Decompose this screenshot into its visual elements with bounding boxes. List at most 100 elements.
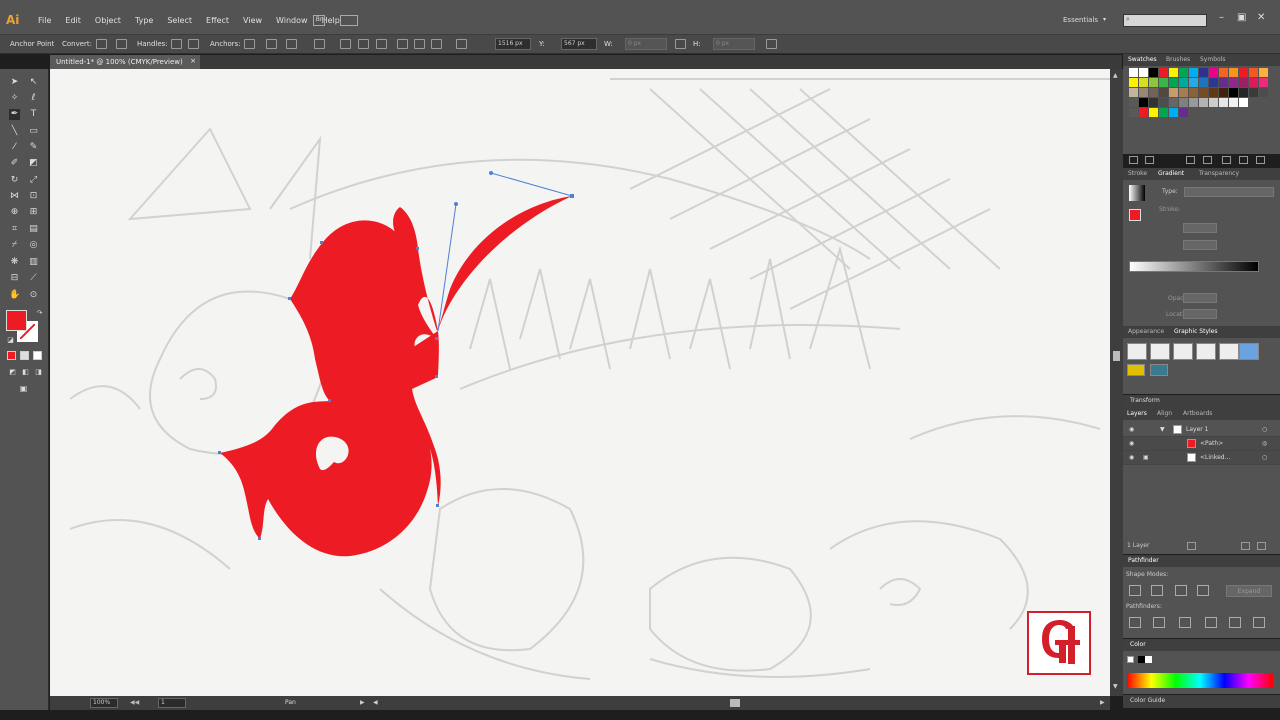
swatch[interactable] <box>1159 78 1168 87</box>
swatch[interactable] <box>1209 98 1218 107</box>
tab-align[interactable]: Align <box>1157 410 1172 417</box>
unite-icon[interactable] <box>1129 585 1141 596</box>
swatch[interactable] <box>1139 98 1148 107</box>
new-color-group-icon[interactable] <box>1203 156 1212 164</box>
tab-gradient[interactable]: Gradient <box>1158 170 1184 177</box>
swatch[interactable] <box>1199 98 1208 107</box>
arrange-documents-icon[interactable] <box>340 15 358 26</box>
location-field[interactable] <box>1183 309 1217 319</box>
swatch[interactable] <box>1209 68 1218 77</box>
expand-button[interactable]: Expand <box>1226 585 1272 597</box>
show-kinds-icon[interactable] <box>1145 156 1154 164</box>
minus-front-icon[interactable] <box>1151 585 1163 596</box>
maximize-button[interactable]: ▣ <box>1237 12 1246 23</box>
minimize-button[interactable]: – <box>1219 12 1224 23</box>
swatch[interactable] <box>1149 88 1158 97</box>
scroll-down-icon[interactable]: ▼ <box>1113 683 1118 690</box>
bridge-button[interactable]: Br <box>313 15 325 26</box>
blob-brush-tool-icon[interactable]: ✐ <box>9 158 20 169</box>
eyedropper-tool-icon[interactable]: ⌿ <box>9 240 20 251</box>
swatch[interactable] <box>1219 78 1228 87</box>
default-fill-stroke-icon[interactable]: ◪ <box>5 335 16 346</box>
symbol-sprayer-tool-icon[interactable]: ❋ <box>9 257 20 268</box>
swatch[interactable] <box>1159 108 1168 117</box>
menu-window[interactable]: Window <box>269 16 315 25</box>
graphic-style-3[interactable] <box>1173 343 1193 360</box>
menu-select[interactable]: Select <box>160 16 199 25</box>
w-field[interactable]: 0 px <box>625 38 667 50</box>
gradient-fill-swatch[interactable] <box>1129 209 1141 221</box>
swatch[interactable] <box>1169 98 1178 107</box>
zoom-field[interactable]: 100% <box>90 698 118 708</box>
workspace-switcher[interactable]: Essentials <box>1063 16 1098 24</box>
swatch[interactable] <box>1149 98 1158 107</box>
rotate-tool-icon[interactable]: ↻ <box>9 175 20 186</box>
merge-icon[interactable] <box>1179 617 1191 628</box>
y-field[interactable]: 567 px <box>561 38 597 50</box>
shape-builder-tool-icon[interactable]: ⊕ <box>9 207 20 218</box>
align-bottom-icon[interactable] <box>431 39 442 49</box>
layer-row-path[interactable]: ◉ <Path> ◎ <box>1123 437 1280 451</box>
crop-icon[interactable] <box>1205 617 1217 628</box>
align-right-icon[interactable] <box>376 39 387 49</box>
remove-anchor-icon[interactable] <box>244 39 255 49</box>
menu-object[interactable]: Object <box>88 16 128 25</box>
layer-name[interactable]: <Path> <box>1200 440 1223 447</box>
menu-effect[interactable]: Effect <box>199 16 236 25</box>
swatch[interactable] <box>1229 68 1238 77</box>
swatch[interactable] <box>1139 88 1148 97</box>
swatch[interactable] <box>1139 78 1148 87</box>
swatch[interactable] <box>1139 108 1148 117</box>
paintbrush-tool-icon[interactable]: ⁄ <box>9 142 20 153</box>
artboard-tool-icon[interactable]: ⊟ <box>9 273 20 284</box>
column-graph-tool-icon[interactable]: ▥ <box>28 257 39 268</box>
tab-pathfinder[interactable]: Pathfinder <box>1128 557 1159 564</box>
target-icon[interactable]: ○ <box>1262 426 1267 433</box>
swatch[interactable] <box>1189 68 1198 77</box>
swatch[interactable] <box>1169 108 1178 117</box>
swatch[interactable] <box>1129 78 1138 87</box>
swatch-options-icon[interactable] <box>1186 156 1195 164</box>
lasso-tool-icon[interactable]: ℓ <box>28 93 39 104</box>
new-swatch-icon[interactable] <box>1239 156 1248 164</box>
swatch[interactable] <box>1239 78 1248 87</box>
swatch[interactable] <box>1189 78 1198 87</box>
x-field[interactable]: 1516 px <box>495 38 531 50</box>
color-white-icon[interactable] <box>1145 656 1152 663</box>
swatch[interactable] <box>1169 78 1178 87</box>
show-handles-icon[interactable] <box>171 39 182 49</box>
swatch[interactable] <box>1149 108 1158 117</box>
magic-wand-tool-icon[interactable]: ✧ <box>9 93 20 104</box>
close-button[interactable]: ✕ <box>1257 12 1265 23</box>
eye-icon[interactable]: ◉ <box>1129 454 1134 461</box>
swatch[interactable] <box>1219 98 1228 107</box>
exclude-icon[interactable] <box>1197 585 1209 596</box>
swatch[interactable] <box>1129 108 1138 117</box>
swatch[interactable] <box>1179 108 1188 117</box>
convert-corner-icon[interactable] <box>96 39 107 49</box>
intersect-icon[interactable] <box>1175 585 1187 596</box>
swatch[interactable] <box>1199 68 1208 77</box>
color-none-icon[interactable] <box>1127 656 1134 663</box>
rectangle-tool-icon[interactable]: ▭ <box>28 126 39 137</box>
tab-color[interactable]: Color <box>1130 641 1146 648</box>
swatch[interactable] <box>1239 68 1248 77</box>
free-transform-tool-icon[interactable]: ⊡ <box>28 191 39 202</box>
swatch[interactable] <box>1239 88 1248 97</box>
swatch[interactable] <box>1189 98 1198 107</box>
isolate-icon[interactable] <box>314 39 325 49</box>
swatch[interactable] <box>1189 88 1198 97</box>
swap-fill-stroke-icon[interactable]: ↷ <box>34 308 45 319</box>
swatch[interactable] <box>1259 88 1268 97</box>
outline-icon[interactable] <box>1229 617 1241 628</box>
menu-type[interactable]: Type <box>128 16 160 25</box>
swatch[interactable] <box>1259 68 1268 77</box>
swatch[interactable] <box>1179 68 1188 77</box>
status-menu-arrow-icon[interactable]: ▶ <box>360 699 365 706</box>
tab-appearance[interactable]: Appearance <box>1128 328 1164 335</box>
swatch[interactable] <box>1179 88 1188 97</box>
lock-icon[interactable]: ▣ <box>1143 454 1149 461</box>
swatch[interactable] <box>1129 98 1138 107</box>
align-left-icon[interactable] <box>340 39 351 49</box>
aspect-field[interactable] <box>1183 240 1217 250</box>
